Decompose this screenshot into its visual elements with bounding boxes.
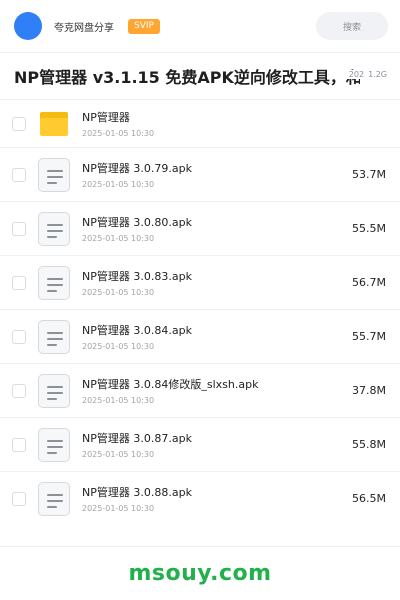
- document-icon: [38, 319, 70, 354]
- share-meta: 202 1.2G: [344, 70, 387, 79]
- file-date: 2025-01-05 10:30: [82, 503, 155, 513]
- file-info: NP管理器 3.0.87.apk 2025-01-05 10:30: [82, 432, 192, 461]
- list-item[interactable]: NP管理器 3.0.79.apk 2025-01-05 10:30 53.7M: [0, 147, 400, 201]
- document-icon: [38, 265, 70, 300]
- top-bar: 夸克网盘分享 SVIP 搜索: [0, 0, 400, 52]
- row-checkbox[interactable]: [12, 491, 26, 506]
- share-title: NP管理器 v3.1.15 免费APK逆向修改工具，和 MT: [14, 68, 360, 87]
- file-info: NP管理器 3.0.84.apk 2025-01-05 10:30: [82, 324, 192, 353]
- folder-icon: [40, 111, 68, 136]
- document-icon: [38, 481, 70, 516]
- share-size: 1.2G: [368, 70, 387, 79]
- row-checkbox[interactable]: [12, 383, 26, 398]
- list-item[interactable]: NP管理器 2025-01-05 10:30: [0, 99, 400, 147]
- share-date: 202: [348, 70, 365, 79]
- list-item[interactable]: NP管理器 3.0.87.apk 2025-01-05 10:30 55.8M: [0, 417, 400, 471]
- file-size: 56.7M: [352, 275, 386, 289]
- avatar[interactable]: [14, 12, 42, 40]
- row-checkbox[interactable]: [12, 221, 26, 236]
- file-size: 53.7M: [352, 167, 386, 181]
- document-icon: [38, 373, 70, 408]
- file-size: 55.5M: [352, 221, 386, 235]
- file-name: NP管理器 3.0.88.apk: [82, 485, 192, 499]
- document-icon: [38, 427, 70, 462]
- user-name[interactable]: 夸克网盘分享: [54, 19, 114, 34]
- file-info: NP管理器 3.0.79.apk 2025-01-05 10:30: [82, 162, 192, 191]
- row-checkbox[interactable]: [12, 437, 26, 452]
- list-item[interactable]: NP管理器 3.0.84修改版_slxsh.apk 2025-01-05 10:…: [0, 363, 400, 417]
- file-size: 56.5M: [352, 491, 386, 505]
- file-info: NP管理器 2025-01-05 10:30: [82, 111, 154, 140]
- file-name: NP管理器: [82, 110, 130, 124]
- list-item[interactable]: NP管理器 3.0.80.apk 2025-01-05 10:30 55.5M: [0, 201, 400, 255]
- file-date: 2025-01-05 10:30: [82, 395, 155, 405]
- file-info: NP管理器 3.0.84修改版_slxsh.apk 2025-01-05 10:…: [82, 378, 258, 407]
- share-title-bar: NP管理器 v3.1.15 免费APK逆向修改工具，和 MT 202 1.2G: [0, 53, 400, 99]
- file-name: NP管理器 3.0.83.apk: [82, 269, 192, 283]
- list-item[interactable]: NP管理器 3.0.88.apk 2025-01-05 10:30 56.5M: [0, 471, 400, 525]
- file-name: NP管理器 3.0.80.apk: [82, 215, 192, 229]
- file-name: NP管理器 3.0.79.apk: [82, 161, 192, 175]
- file-name: NP管理器 3.0.87.apk: [82, 431, 192, 445]
- list-item[interactable]: NP管理器 3.0.83.apk 2025-01-05 10:30 56.7M: [0, 255, 400, 309]
- file-name: NP管理器 3.0.84.apk: [82, 323, 192, 337]
- file-name: NP管理器 3.0.84修改版_slxsh.apk: [82, 377, 259, 391]
- document-icon: [38, 157, 70, 192]
- document-icon: [38, 211, 70, 246]
- file-date: 2025-01-05 10:30: [82, 449, 155, 459]
- file-date: 2025-01-05 10:30: [82, 233, 155, 243]
- footer-banner: msouy.com: [0, 546, 400, 600]
- search-box[interactable]: 搜索: [316, 12, 388, 40]
- list-item[interactable]: NP管理器 3.0.84.apk 2025-01-05 10:30 55.7M: [0, 309, 400, 363]
- site-name[interactable]: msouy.com: [128, 561, 271, 586]
- file-date: 2025-01-05 10:30: [82, 179, 155, 189]
- file-date: 2025-01-05 10:30: [82, 341, 155, 351]
- file-date: 2025-01-05 10:30: [82, 287, 155, 297]
- file-size: 55.8M: [352, 437, 386, 451]
- row-checkbox[interactable]: [12, 275, 26, 290]
- file-date: 2025-01-05 10:30: [82, 128, 155, 138]
- search-placeholder: 搜索: [342, 22, 361, 33]
- svip-badge: SVIP: [128, 18, 160, 34]
- file-size: 37.8M: [352, 383, 386, 397]
- row-checkbox[interactable]: [12, 329, 26, 344]
- file-info: NP管理器 3.0.88.apk 2025-01-05 10:30: [82, 486, 192, 515]
- file-size: 55.7M: [352, 329, 386, 343]
- file-info: NP管理器 3.0.83.apk 2025-01-05 10:30: [82, 270, 192, 299]
- row-checkbox[interactable]: [12, 167, 26, 182]
- row-checkbox[interactable]: [12, 116, 26, 131]
- file-info: NP管理器 3.0.80.apk 2025-01-05 10:30: [82, 216, 192, 245]
- file-list: NP管理器 2025-01-05 10:30 NP管理器 3.0.79.apk …: [0, 99, 400, 525]
